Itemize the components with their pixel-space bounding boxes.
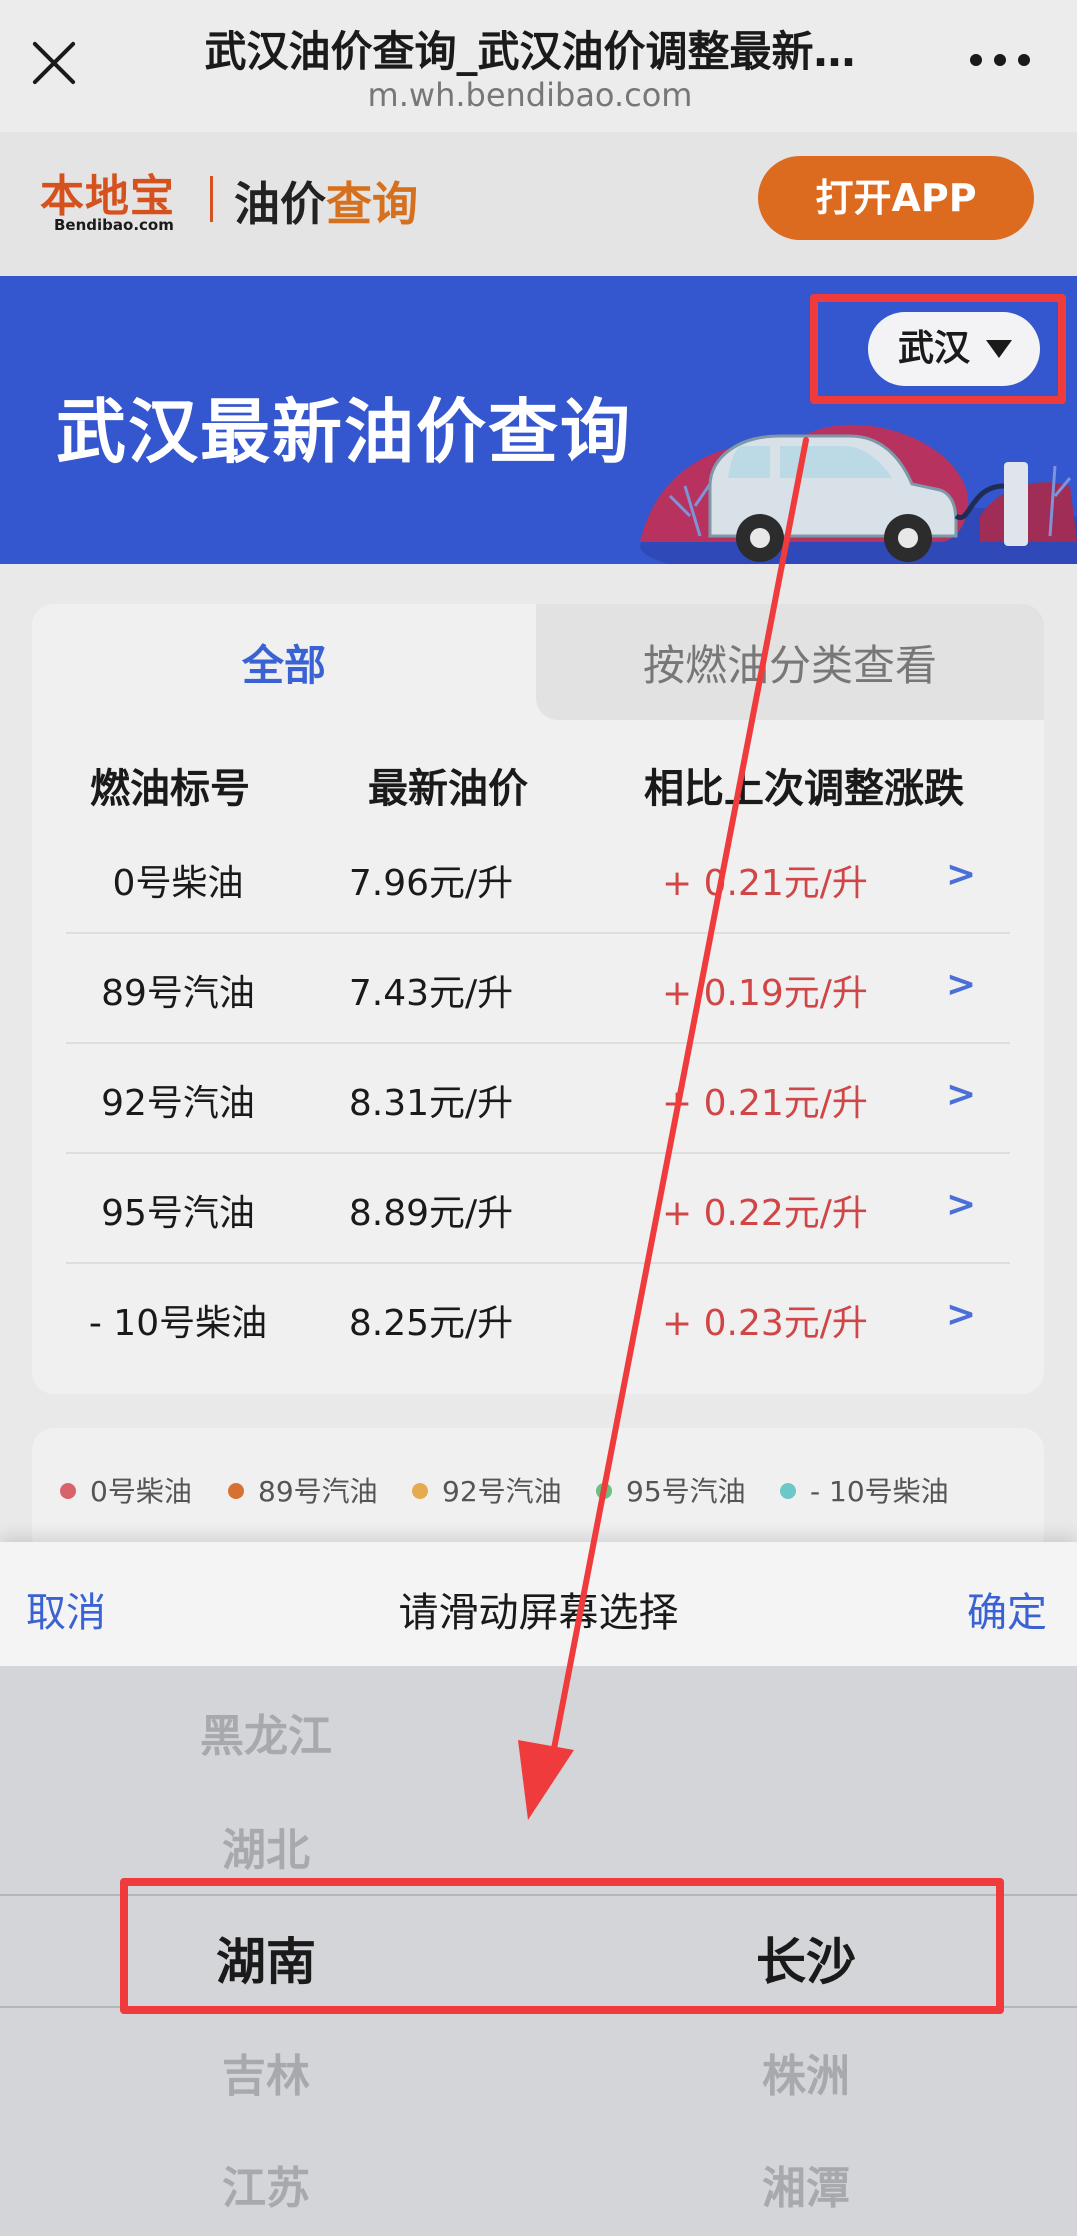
legend-dot	[60, 1483, 76, 1499]
legend-label: 95号汽油	[626, 1475, 746, 1508]
banner-title: 武汉最新油价查询	[56, 391, 632, 473]
legend-dot	[228, 1483, 244, 1499]
price-row[interactable]: 92号汽油 8.31元/升 + 0.21元/升 >	[66, 1044, 1010, 1154]
legend-label: 0号柴油	[90, 1475, 192, 1508]
price-change: + 0.21元/升	[662, 1083, 868, 1124]
annotation-highlight-selection	[120, 1878, 1004, 2014]
chevron-right-icon[interactable]: >	[946, 1184, 976, 1225]
legend-item[interactable]: 92号汽油	[412, 1470, 562, 1510]
annotation-highlight-city	[810, 294, 1066, 404]
legend-label: - 10号柴油	[810, 1475, 949, 1508]
legend-dot	[596, 1483, 612, 1499]
header-title-accent: 查询	[326, 177, 418, 231]
legend-label: 89号汽油	[258, 1475, 378, 1508]
open-app-button[interactable]: 打开APP	[758, 156, 1034, 240]
oil-price-card: 全部 按燃油分类查看 燃油标号 最新油价 相比上次调整涨跌 0号柴油 7.96元…	[32, 604, 1044, 1394]
picker-toolbar: 取消 请滑动屏幕选择 确定	[0, 1542, 1077, 1666]
browser-bar: 武汉油价查询_武汉油价调整最新… m.wh.bendibao.com	[0, 0, 1077, 132]
legend-dot	[780, 1483, 796, 1499]
column-header-grade: 燃油标号	[90, 766, 250, 812]
price-row[interactable]: 95号汽油 8.89元/升 + 0.22元/升 >	[66, 1154, 1010, 1264]
logo-text: 本地宝	[40, 171, 175, 222]
column-header-price: 最新油价	[368, 766, 528, 812]
price-change: + 0.22元/升	[662, 1193, 868, 1234]
picker-province-option[interactable]: 吉林	[126, 2040, 406, 2104]
price-change: + 0.23元/升	[662, 1303, 868, 1344]
chart-legend: 0号柴油 89号汽油 92号汽油 95号汽油 - 10号柴油	[32, 1428, 1044, 1558]
price-row[interactable]: - 10号柴油 8.25元/升 + 0.23元/升 >	[66, 1264, 1010, 1374]
legend-label: 92号汽油	[442, 1475, 562, 1508]
column-header-change: 相比上次调整涨跌	[644, 766, 964, 812]
fuel-price: 7.96元/升	[348, 863, 514, 904]
chevron-right-icon[interactable]: >	[946, 854, 976, 895]
fuel-price: 8.25元/升	[348, 1303, 514, 1344]
fuel-price: 8.31元/升	[348, 1083, 514, 1124]
header-title-prefix: 油价	[234, 177, 326, 231]
chevron-right-icon[interactable]: >	[946, 964, 976, 1005]
picker-city-option[interactable]: 株洲	[666, 2040, 946, 2104]
tab-by-category[interactable]: 按燃油分类查看	[536, 604, 1044, 720]
picker-province-option[interactable]: 江苏	[126, 2152, 406, 2216]
tab-all[interactable]: 全部	[32, 604, 536, 720]
fuel-name: 95号汽油	[101, 1193, 255, 1234]
fuel-name: 89号汽油	[101, 973, 255, 1014]
legend-item[interactable]: 95号汽油	[596, 1470, 746, 1510]
picker-confirm-button[interactable]: 确定	[967, 1580, 1047, 1638]
price-change: + 0.21元/升	[662, 863, 868, 904]
fuel-price: 7.43元/升	[348, 973, 514, 1014]
price-row[interactable]: 89号汽油 7.43元/升 + 0.19元/升 >	[66, 934, 1010, 1044]
header-title: 油价查询	[234, 168, 418, 234]
chevron-right-icon[interactable]: >	[946, 1294, 976, 1335]
picker-prompt: 请滑动屏幕选择	[398, 1590, 679, 1636]
picker-city-option[interactable]: 湘潭	[666, 2152, 946, 2216]
price-row[interactable]: 0号柴油 7.96元/升 + 0.21元/升 >	[66, 824, 1010, 934]
legend-item[interactable]: - 10号柴油	[780, 1470, 949, 1510]
picker-province-option[interactable]: 黑龙江	[126, 1700, 406, 1764]
picker-province-option[interactable]: 湖北	[126, 1814, 406, 1878]
fuel-price: 8.89元/升	[348, 1193, 514, 1234]
fuel-name: 0号柴油	[112, 863, 244, 904]
fuel-name: - 10号柴油	[88, 1303, 268, 1344]
page-title: 武汉油价查询_武汉油价调整最新…	[204, 27, 856, 76]
page-url: m.wh.bendibao.com	[367, 76, 693, 114]
site-header: 本地宝 Bendibao.com 油价查询 打开APP	[0, 132, 1077, 276]
legend-dot	[412, 1483, 428, 1499]
price-change: + 0.19元/升	[662, 973, 868, 1014]
close-icon[interactable]	[28, 36, 80, 88]
legend-item[interactable]: 0号柴油	[60, 1470, 192, 1510]
site-logo[interactable]: 本地宝 Bendibao.com	[40, 160, 180, 240]
header-divider	[210, 176, 213, 222]
chevron-right-icon[interactable]: >	[946, 1074, 976, 1115]
fuel-name: 92号汽油	[101, 1083, 255, 1124]
legend-item[interactable]: 89号汽油	[228, 1470, 378, 1510]
more-options-icon[interactable]	[970, 54, 1030, 70]
logo-subtext: Bendibao.com	[54, 216, 174, 234]
